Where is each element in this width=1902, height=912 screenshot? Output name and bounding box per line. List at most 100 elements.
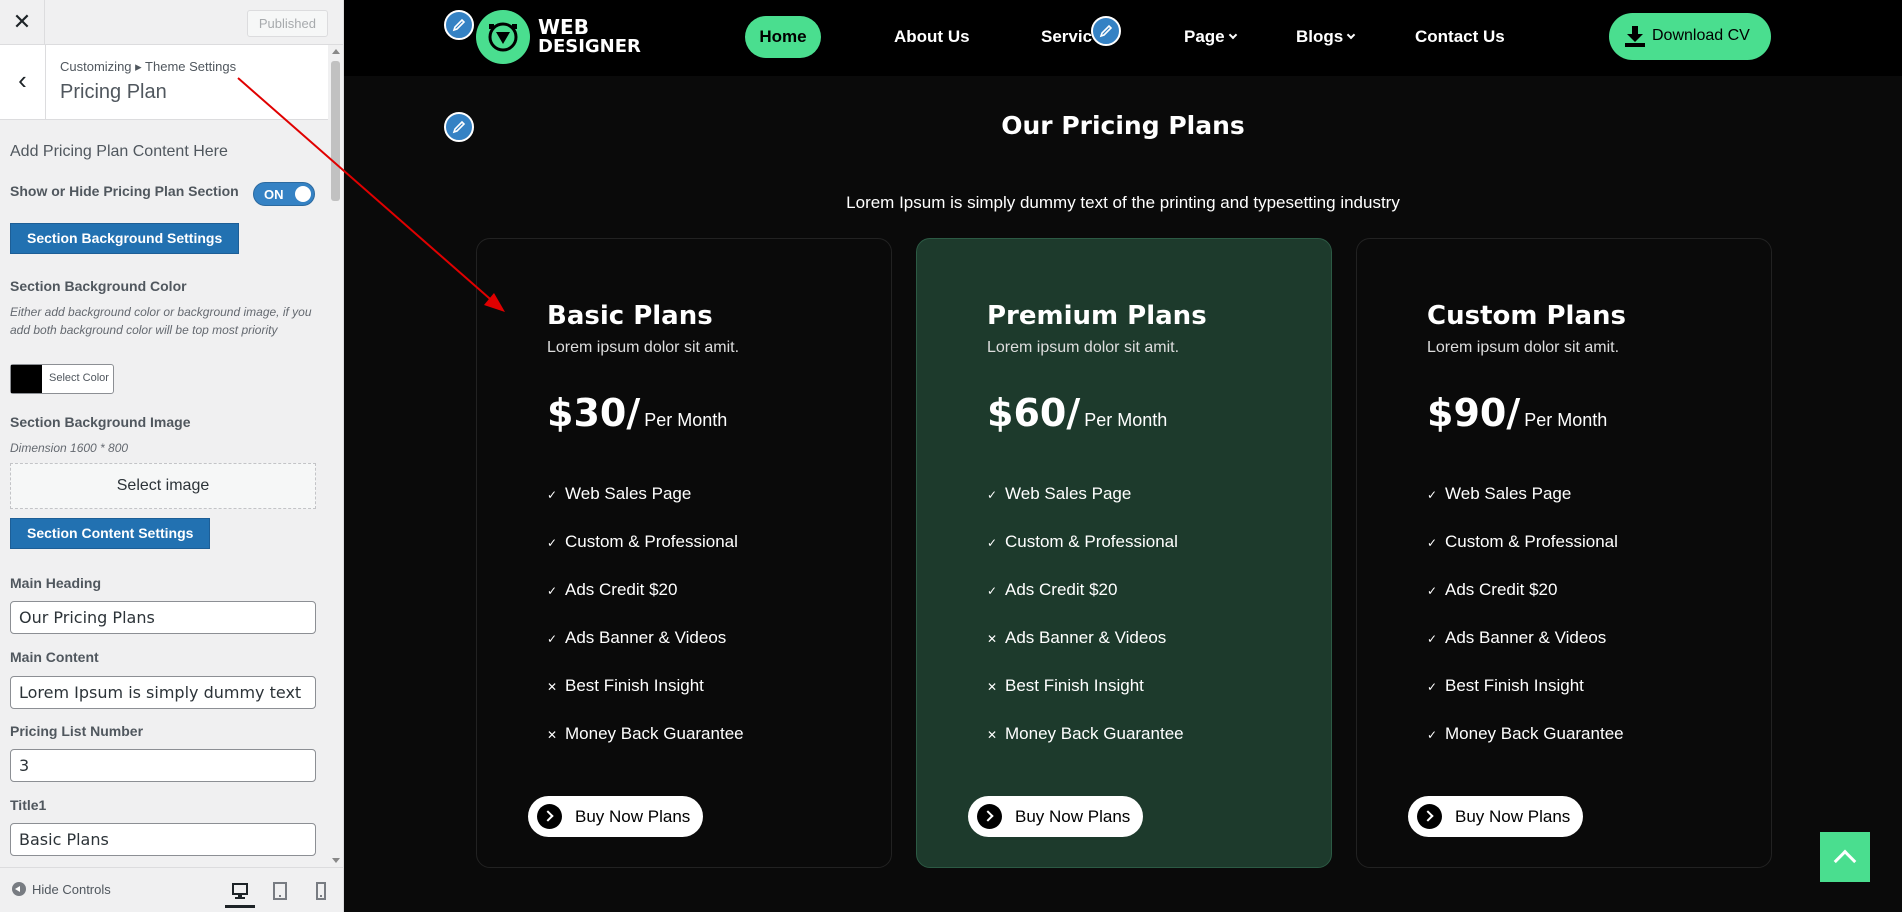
nav-services[interactable]: Servic bbox=[1041, 27, 1092, 47]
mobile-preview-button[interactable] bbox=[306, 878, 336, 908]
breadcrumb: Customizing ▸ Theme Settings bbox=[60, 59, 237, 74]
plan-feature: ✓ Web Sales Page bbox=[1427, 484, 1571, 504]
buy-now-label: Buy Now Plans bbox=[1015, 807, 1131, 826]
check-icon: ✓ bbox=[547, 536, 558, 550]
pricing-list-number-label: Pricing List Number bbox=[10, 723, 144, 739]
select-image-button[interactable]: Select image bbox=[10, 463, 316, 509]
nav-page[interactable]: Page bbox=[1184, 27, 1237, 47]
desktop-preview-button[interactable] bbox=[225, 878, 255, 908]
plan-feature: ✕ Ads Banner & Videos bbox=[987, 628, 1166, 648]
scroll-down-arrow-icon[interactable] bbox=[332, 858, 340, 863]
bg-image-label: Section Background Image bbox=[10, 414, 191, 430]
feature-label: Web Sales Page bbox=[1445, 484, 1572, 503]
edit-menu-shortcut[interactable] bbox=[1091, 16, 1121, 46]
download-cv-button[interactable]: Download CV bbox=[1609, 13, 1771, 60]
check-icon: ✓ bbox=[1427, 728, 1438, 742]
background-settings-button[interactable]: Section Background Settings bbox=[10, 223, 240, 254]
feature-label: Ads Banner & Videos bbox=[1005, 628, 1167, 647]
logo-emblem-icon bbox=[488, 22, 518, 52]
plan-feature: ✕ Best Finish Insight bbox=[547, 676, 704, 696]
scrollbar-thumb[interactable] bbox=[331, 61, 340, 201]
arrow-right-icon bbox=[537, 804, 562, 829]
close-customizer-button[interactable]: ✕ bbox=[0, 0, 45, 45]
nav-about-us[interactable]: About Us bbox=[894, 27, 970, 47]
download-icon bbox=[1625, 26, 1645, 47]
hide-controls-button[interactable]: Hide Controls bbox=[12, 882, 111, 897]
customizer-footer: Hide Controls bbox=[0, 867, 343, 912]
logo-line-2: DESIGNER bbox=[538, 36, 641, 57]
main-heading-input[interactable] bbox=[10, 601, 316, 634]
pricing-card-premium: Premium Plans Lorem ipsum dolor sit amit… bbox=[916, 238, 1332, 868]
bg-image-dimension: Dimension 1600 * 800 bbox=[10, 441, 129, 455]
bg-color-picker[interactable]: Select Color bbox=[10, 364, 114, 394]
title1-input[interactable] bbox=[10, 823, 316, 856]
nav-page-label: Page bbox=[1184, 27, 1225, 46]
plan-title: Basic Plans bbox=[547, 301, 713, 331]
feature-label: Best Finish Insight bbox=[1445, 676, 1584, 695]
check-icon: ✓ bbox=[547, 632, 558, 646]
bg-color-label: Section Background Color bbox=[10, 278, 187, 294]
nav-blogs-label: Blogs bbox=[1296, 27, 1344, 46]
content-settings-button[interactable]: Section Content Settings bbox=[10, 518, 211, 549]
nav-home[interactable]: Home bbox=[745, 16, 821, 58]
check-icon: ✓ bbox=[1427, 584, 1438, 598]
cross-icon: ✕ bbox=[987, 632, 998, 646]
plan-feature: ✓ Custom & Professional bbox=[987, 532, 1178, 552]
site-preview: WEB DESIGNER Home About Us Servic Page B… bbox=[344, 0, 1902, 912]
main-content-input[interactable] bbox=[10, 676, 316, 709]
toggle-state-text: ON bbox=[264, 187, 284, 202]
edit-logo-shortcut[interactable] bbox=[444, 10, 474, 40]
buy-now-button[interactable]: Buy Now Plans bbox=[1408, 796, 1583, 837]
feature-label: Ads Credit $20 bbox=[1445, 580, 1558, 599]
check-icon: ✓ bbox=[1427, 632, 1438, 646]
plan-feature: ✓ Web Sales Page bbox=[547, 484, 691, 504]
arrow-right-icon bbox=[1417, 804, 1442, 829]
feature-label: Ads Credit $20 bbox=[1005, 580, 1118, 599]
plan-feature: ✓ Best Finish Insight bbox=[1427, 676, 1584, 696]
pricing-list-number-input[interactable] bbox=[10, 749, 316, 782]
plan-title: Premium Plans bbox=[987, 301, 1207, 331]
feature-label: Best Finish Insight bbox=[565, 676, 704, 695]
site-logo-text[interactable]: WEB DESIGNER bbox=[538, 17, 641, 57]
check-icon: ✓ bbox=[987, 488, 998, 502]
plan-feature: ✓ Ads Credit $20 bbox=[547, 580, 677, 600]
feature-label: Money Back Guarantee bbox=[565, 724, 744, 743]
plan-price-period: Per Month bbox=[644, 410, 728, 430]
toggle-knob bbox=[295, 186, 311, 202]
publish-button[interactable]: Published bbox=[246, 10, 328, 37]
logo-icon[interactable] bbox=[476, 10, 530, 64]
pricing-section-heading: Our Pricing Plans bbox=[1001, 111, 1245, 140]
check-icon: ✓ bbox=[1427, 680, 1438, 694]
main-heading-label: Main Heading bbox=[10, 575, 102, 591]
cross-icon: ✕ bbox=[987, 728, 998, 742]
plan-feature: ✕ Money Back Guarantee bbox=[547, 724, 744, 744]
collapse-icon bbox=[12, 882, 26, 896]
panel-title: Pricing Plan bbox=[60, 81, 167, 103]
scroll-to-top-button[interactable] bbox=[1820, 832, 1870, 882]
nav-blogs[interactable]: Blogs bbox=[1296, 27, 1356, 47]
pricing-card-basic: Basic Plans Lorem ipsum dolor sit amit. … bbox=[476, 238, 892, 868]
buy-now-button[interactable]: Buy Now Plans bbox=[968, 796, 1143, 837]
buy-now-button[interactable]: Buy Now Plans bbox=[528, 796, 703, 837]
tablet-preview-button[interactable] bbox=[265, 878, 295, 908]
select-color-label: Select Color bbox=[49, 372, 109, 384]
plan-feature: ✓ Ads Credit $20 bbox=[1427, 580, 1557, 600]
plan-feature: ✕ Best Finish Insight bbox=[987, 676, 1144, 696]
back-button[interactable]: ‹ bbox=[0, 45, 46, 119]
cross-icon: ✕ bbox=[987, 680, 998, 694]
plan-feature: ✓ Ads Credit $20 bbox=[987, 580, 1117, 600]
feature-label: Custom & Professional bbox=[565, 532, 738, 551]
scroll-up-arrow-icon[interactable] bbox=[332, 49, 340, 54]
download-cv-label: Download CV bbox=[1652, 27, 1750, 44]
nav-contact-us[interactable]: Contact Us bbox=[1415, 27, 1505, 47]
plan-feature: ✓ Money Back Guarantee bbox=[1427, 724, 1624, 744]
sidebar-scrollbar[interactable] bbox=[328, 45, 343, 867]
plan-price: $30/Per Month bbox=[547, 391, 727, 435]
pricing-card-custom: Custom Plans Lorem ipsum dolor sit amit.… bbox=[1356, 238, 1772, 868]
feature-label: Web Sales Page bbox=[1005, 484, 1132, 503]
feature-label: Ads Banner & Videos bbox=[1445, 628, 1607, 647]
section-intro-text: Add Pricing Plan Content Here bbox=[10, 143, 228, 160]
show-hide-toggle[interactable]: ON bbox=[253, 182, 315, 206]
title1-label: Title1 bbox=[10, 797, 47, 813]
feature-label: Ads Credit $20 bbox=[565, 580, 678, 599]
